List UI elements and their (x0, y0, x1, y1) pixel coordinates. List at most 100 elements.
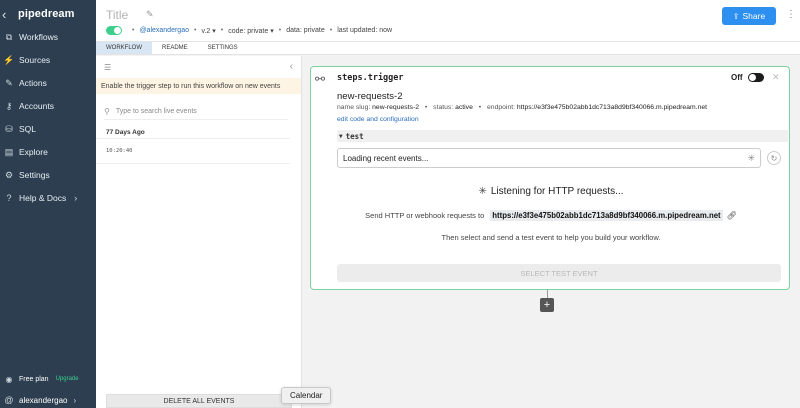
trigger-toggle[interactable] (748, 73, 764, 82)
share-label: Share (742, 11, 766, 21)
then-instructions: Then select and send a test event to hel… (441, 233, 661, 242)
test-section-toggle[interactable]: ▼ test (337, 130, 788, 142)
workflow-canvas: ⚯ steps.trigger Off ✕ new-requests-2 nam… (302, 56, 800, 408)
user-menu[interactable]: @ alexandergao › (0, 392, 96, 408)
endpoint-label: endpoint: (487, 104, 515, 111)
filter-list-icon[interactable]: ☰ (104, 63, 111, 72)
caret-down-icon: ▼ (339, 132, 343, 140)
sidebar-item-explore[interactable]: ▤ Explore (0, 141, 96, 163)
collapse-panel-icon[interactable]: ‹ (290, 61, 293, 72)
test-label: test (345, 131, 364, 141)
listening-text: Listening for HTTP requests... (490, 186, 624, 197)
spinner-icon: ✳ (747, 152, 755, 163)
sidebar-item-label: Settings (19, 170, 50, 180)
separator: • (220, 27, 224, 34)
workflows-icon: ⧉ (5, 31, 13, 42)
chevron-right-icon: › (74, 193, 78, 203)
database-icon: ⛁ (5, 123, 13, 134)
search-placeholder: Type to search live events (115, 108, 197, 115)
endpoint-url[interactable]: https://e3f3e475b02abb1dc713a8d9bf340066… (490, 210, 723, 221)
slug-label: name slug: (337, 104, 371, 111)
events-panel: ☰ ‹ Enable the trigger step to run this … (96, 56, 302, 408)
share-icon: ⇪ (732, 11, 740, 21)
collapse-sidebar-icon[interactable]: ‹ (2, 7, 16, 22)
help-icon: ? (6, 193, 12, 203)
plan-icon: ◉ (5, 374, 13, 384)
search-icon: ⚲ (104, 107, 110, 116)
sidebar-item-label: Actions (19, 78, 47, 88)
accounts-icon: ⚷ (5, 100, 13, 111)
sidebar-item-label: Accounts (19, 101, 54, 111)
separator: • (478, 104, 482, 111)
step-connector (547, 290, 548, 298)
send-instructions: Send HTTP or webhook requests to https:/… (311, 210, 791, 221)
code-privacy-select[interactable]: code: private ▾ (228, 27, 274, 35)
separator: • (193, 27, 197, 34)
refresh-icon[interactable]: ↻ (767, 151, 781, 165)
brand-name: pipedream (18, 8, 75, 20)
event-group-label: 77 Days Ago (106, 129, 145, 136)
trigger-toggle-label: Off (731, 73, 743, 82)
plan-info: ◉ Free plan Upgrade (0, 372, 96, 386)
event-search[interactable]: ⚲ Type to search live events (104, 104, 288, 120)
user-icon: @ (4, 395, 14, 405)
tooltip: Calendar (281, 387, 332, 404)
loading-text: Loading recent events... (343, 153, 429, 163)
endpoint-value: https://e3f3e475b02abb1dc713a8d9bf340066… (516, 104, 707, 111)
source-name: new-requests-2 (337, 91, 403, 102)
sidebar-brand: ‹ pipedream (0, 0, 96, 28)
plan-label: Free plan (19, 375, 49, 383)
data-privacy-label: data: private (286, 27, 325, 34)
version-label: v.2 (201, 27, 211, 35)
status-value: active (455, 104, 473, 111)
workflow-header: Title ✎ • @alexandergao • v.2 ▾ • code: … (96, 0, 800, 42)
sidebar-item-help[interactable]: ? Help & Docs › (0, 187, 96, 209)
trigger-notice: Enable the trigger step to run this work… (96, 78, 301, 94)
separator: • (278, 27, 282, 34)
copy-link-icon[interactable]: 🔗︎ (727, 211, 737, 220)
workflow-active-toggle[interactable] (106, 26, 122, 35)
add-step-button[interactable]: + (540, 298, 554, 312)
sidebar-item-accounts[interactable]: ⚷ Accounts (0, 95, 96, 117)
sidebar-item-label: Workflows (19, 32, 59, 42)
status-label: status: (433, 104, 454, 111)
source-meta: name slug: new-requests-2 • status: acti… (337, 104, 707, 111)
sidebar-item-label: SQL (19, 124, 37, 134)
close-icon[interactable]: ✕ (772, 72, 780, 83)
sidebar: ‹ pipedream ⧉ Workflows ⚡ Sources ✎ Acti… (0, 0, 96, 408)
explore-icon: ▤ (4, 146, 14, 157)
event-row[interactable]: 10:20:40 (96, 138, 290, 164)
version-select[interactable]: v.2 ▾ (201, 27, 215, 35)
sidebar-item-sql[interactable]: ⛁ SQL (0, 118, 96, 140)
upgrade-link[interactable]: Upgrade (56, 376, 79, 382)
delete-all-events-button[interactable]: DELETE ALL EVENTS (106, 394, 292, 408)
workflow-title[interactable]: Title (106, 8, 128, 22)
share-button[interactable]: ⇪ Share (722, 7, 776, 25)
select-test-event-button[interactable]: SELECT TEST EVENT (337, 264, 781, 282)
edit-code-link[interactable]: edit code and configuration (337, 116, 419, 123)
sidebar-item-settings[interactable]: ⚙ Settings (0, 164, 96, 186)
workflow-tabs: WORKFLOW README SETTINGS (96, 42, 800, 55)
last-updated: last updated: now (337, 27, 393, 34)
sidebar-item-sources[interactable]: ⚡ Sources (0, 49, 96, 71)
code-privacy-label: code: private (228, 27, 269, 35)
recent-events-select[interactable]: Loading recent events... ✳ (337, 148, 761, 168)
sidebar-item-workflows[interactable]: ⧉ Workflows (0, 26, 96, 48)
tab-readme[interactable]: README (152, 42, 198, 54)
send-text: Send HTTP or webhook requests to (365, 211, 485, 220)
more-options-icon[interactable]: ⋮ (786, 9, 796, 20)
separator: • (132, 27, 135, 34)
owner-link[interactable]: @alexandergao (139, 27, 189, 34)
chevron-right-icon: › (73, 395, 77, 405)
sidebar-item-actions[interactable]: ✎ Actions (0, 72, 96, 94)
trigger-step-card: ⚯ steps.trigger Off ✕ new-requests-2 nam… (310, 66, 790, 290)
step-heading: steps.trigger (337, 73, 404, 83)
spinner-icon: ✳ (478, 186, 487, 197)
tab-settings[interactable]: SETTINGS (198, 42, 248, 54)
slug-value: new-requests-2 (372, 104, 419, 111)
edit-title-icon[interactable]: ✎ (146, 9, 154, 20)
tab-workflow[interactable]: WORKFLOW (96, 42, 152, 54)
gear-icon: ⚙ (4, 169, 14, 180)
actions-icon: ✎ (5, 77, 13, 88)
workflow-meta: • @alexandergao • v.2 ▾ • code: private … (106, 26, 392, 35)
